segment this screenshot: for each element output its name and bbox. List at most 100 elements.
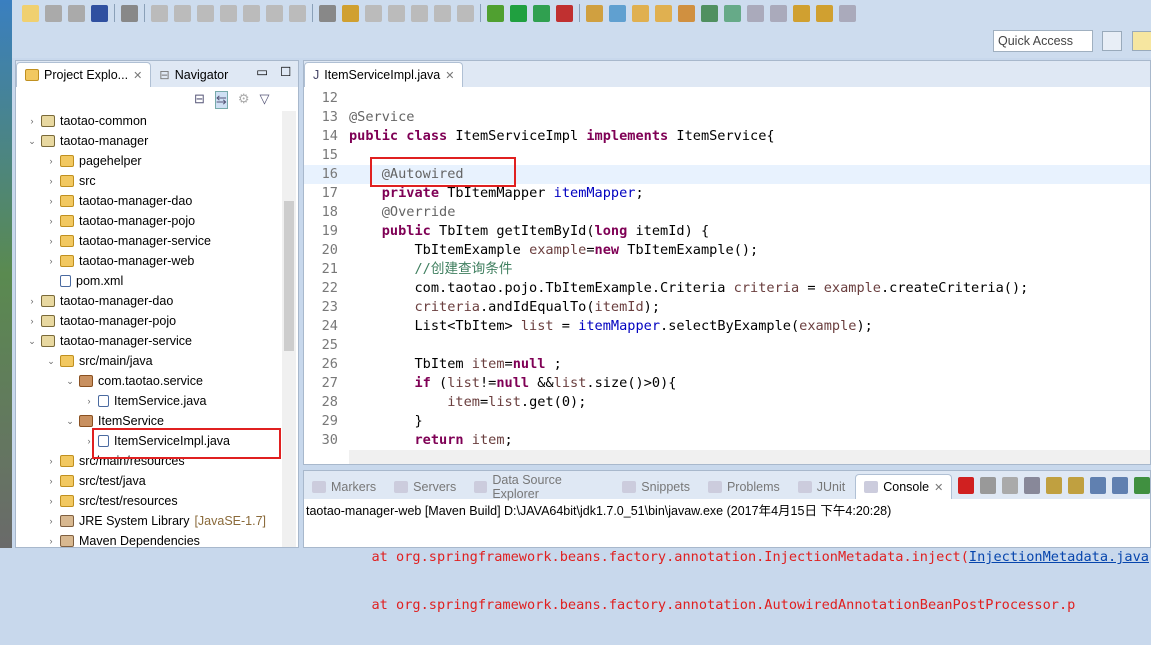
link-with-editor-icon[interactable]: ⇆ [214, 91, 228, 109]
toolbar-button-icon[interactable] [556, 4, 573, 22]
tree-item[interactable]: pom.xml [16, 271, 280, 291]
toolbar-button-icon[interactable] [22, 4, 39, 22]
expand-arrow-icon[interactable]: › [47, 216, 55, 226]
tree-item[interactable]: ⌄ taotao-manager [16, 131, 280, 151]
toolbar-button-icon[interactable] [91, 4, 108, 22]
toolbar-button-icon[interactable] [342, 4, 359, 22]
tree-item[interactable]: › taotao-manager-web [16, 251, 280, 271]
toolbar-button-icon[interactable] [724, 4, 741, 22]
tab-itemserviceimpl[interactable]: J ItemServiceImpl.java ✕ [304, 62, 464, 87]
editor-hscrollbar[interactable] [349, 450, 1150, 464]
expand-arrow-icon[interactable]: › [47, 496, 55, 506]
expand-arrow-icon[interactable]: › [47, 456, 55, 466]
expand-arrow-icon[interactable]: › [85, 396, 93, 406]
filter-icon[interactable]: ⚙ [238, 91, 250, 109]
console-action-icon[interactable] [1024, 477, 1041, 494]
expand-arrow-icon[interactable]: › [47, 176, 55, 186]
toolbar-button-icon[interactable] [678, 4, 695, 22]
tree-item[interactable]: ⌄ com.taotao.service [16, 371, 280, 391]
expand-arrow-icon[interactable]: ⌄ [66, 376, 74, 387]
toolbar-button-icon[interactable] [457, 4, 474, 22]
toolbar-button-icon[interactable] [510, 4, 527, 22]
close-icon[interactable]: ✕ [445, 69, 454, 82]
expand-arrow-icon[interactable]: ⌄ [28, 136, 36, 147]
tree-item[interactable]: › src/test/java [16, 471, 280, 491]
toolbar-button-icon[interactable] [487, 4, 504, 22]
tab-navigator[interactable]: ⊟ Navigator [151, 62, 236, 87]
minimize-icon[interactable]: ▭ [256, 64, 268, 79]
tab-servers[interactable]: Servers [386, 474, 464, 499]
toolbar-button-icon[interactable] [243, 4, 260, 22]
expand-arrow-icon[interactable]: ⌄ [28, 336, 36, 347]
console-action-icon[interactable] [1090, 477, 1107, 494]
tree-item[interactable]: › taotao-manager-dao [16, 191, 280, 211]
expand-arrow-icon[interactable]: › [47, 536, 55, 546]
toolbar-button-icon[interactable] [365, 4, 382, 22]
toolbar-button-icon[interactable] [609, 4, 626, 22]
toolbar-button-icon[interactable] [411, 4, 428, 22]
expand-arrow-icon[interactable]: › [47, 236, 55, 246]
tree-item[interactable]: › taotao-manager-service [16, 231, 280, 251]
toolbar-button-icon[interactable] [839, 4, 856, 22]
toolbar-button-icon[interactable] [45, 4, 62, 22]
tree-item[interactable]: ⌄ taotao-manager-service [16, 331, 280, 351]
toolbar-button-icon[interactable] [197, 4, 214, 22]
toolbar-button-icon[interactable] [220, 4, 237, 22]
expand-arrow-icon[interactable]: › [47, 196, 55, 206]
toolbar-button-icon[interactable] [533, 4, 550, 22]
expand-arrow-icon[interactable]: › [28, 116, 36, 126]
toolbar-button-icon[interactable] [770, 4, 787, 22]
java-ee-perspective-button[interactable] [1132, 31, 1151, 51]
expand-arrow-icon[interactable]: › [47, 476, 55, 486]
tree-item[interactable]: › taotao-common [16, 111, 280, 131]
stacktrace-link[interactable]: InjectionMetadata.java [969, 549, 1149, 565]
collapse-all-icon[interactable]: ⊟ [194, 91, 205, 109]
console-action-icon[interactable] [1134, 477, 1151, 494]
toolbar-button-icon[interactable] [121, 4, 138, 22]
code-editor[interactable]: 12 13 @Service 14 public class ItemServiceIm… [304, 89, 1150, 450]
tab-project-explorer[interactable]: Project Explo... ✕ [16, 62, 152, 87]
open-perspective-button[interactable] [1102, 31, 1122, 51]
expand-arrow-icon[interactable]: ⌄ [47, 356, 55, 367]
tree-item[interactable]: ⌄ src/main/java [16, 351, 280, 371]
maximize-icon[interactable]: ☐ [280, 64, 291, 79]
expand-arrow-icon[interactable]: › [47, 516, 55, 526]
tree-item[interactable]: › Maven Dependencies [16, 531, 280, 551]
tree-item[interactable]: › pagehelper [16, 151, 280, 171]
toolbar-button-icon[interactable] [655, 4, 672, 22]
toolbar-button-icon[interactable] [747, 4, 764, 22]
tab-problems[interactable]: Problems [700, 474, 788, 499]
tree-item[interactable]: › src/test/resources [16, 491, 280, 511]
toolbar-button-icon[interactable] [289, 4, 306, 22]
console-action-icon[interactable] [1068, 477, 1085, 494]
console-action-icon[interactable] [958, 477, 975, 494]
toolbar-button-icon[interactable] [793, 4, 810, 22]
expand-arrow-icon[interactable]: › [28, 296, 36, 306]
close-icon[interactable]: ✕ [934, 481, 943, 494]
toolbar-button-icon[interactable] [586, 4, 603, 22]
tree-item[interactable]: › taotao-manager-pojo [16, 211, 280, 231]
tab-markers[interactable]: Markers [304, 474, 384, 499]
tree-item[interactable]: › taotao-manager-pojo [16, 311, 280, 331]
expand-arrow-icon[interactable]: › [47, 156, 55, 166]
console-action-icon[interactable] [1002, 477, 1019, 494]
toolbar-button-icon[interactable] [151, 4, 168, 22]
toolbar-button-icon[interactable] [701, 4, 718, 22]
expand-arrow-icon[interactable]: › [28, 316, 36, 326]
tree-item[interactable]: › ItemService.java [16, 391, 280, 411]
tab-console[interactable]: Console ✕ [855, 474, 953, 499]
toolbar-button-icon[interactable] [68, 4, 85, 22]
console-action-icon[interactable] [980, 477, 997, 494]
toolbar-button-icon[interactable] [388, 4, 405, 22]
console-action-icon[interactable] [1112, 477, 1129, 494]
tab-snippets[interactable]: Snippets [614, 474, 698, 499]
tree-item[interactable]: › JRE System Library [JavaSE-1.7] [16, 511, 280, 531]
tab-junit[interactable]: JUnit [790, 474, 853, 499]
expand-arrow-icon[interactable]: › [47, 256, 55, 266]
tree-item[interactable]: › taotao-manager-dao [16, 291, 280, 311]
toolbar-button-icon[interactable] [632, 4, 649, 22]
view-menu-icon[interactable]: ▽ [259, 91, 269, 109]
tab-data-source-explorer[interactable]: Data Source Explorer [466, 473, 612, 501]
toolbar-button-icon[interactable] [319, 4, 336, 22]
toolbar-button-icon[interactable] [266, 4, 283, 22]
